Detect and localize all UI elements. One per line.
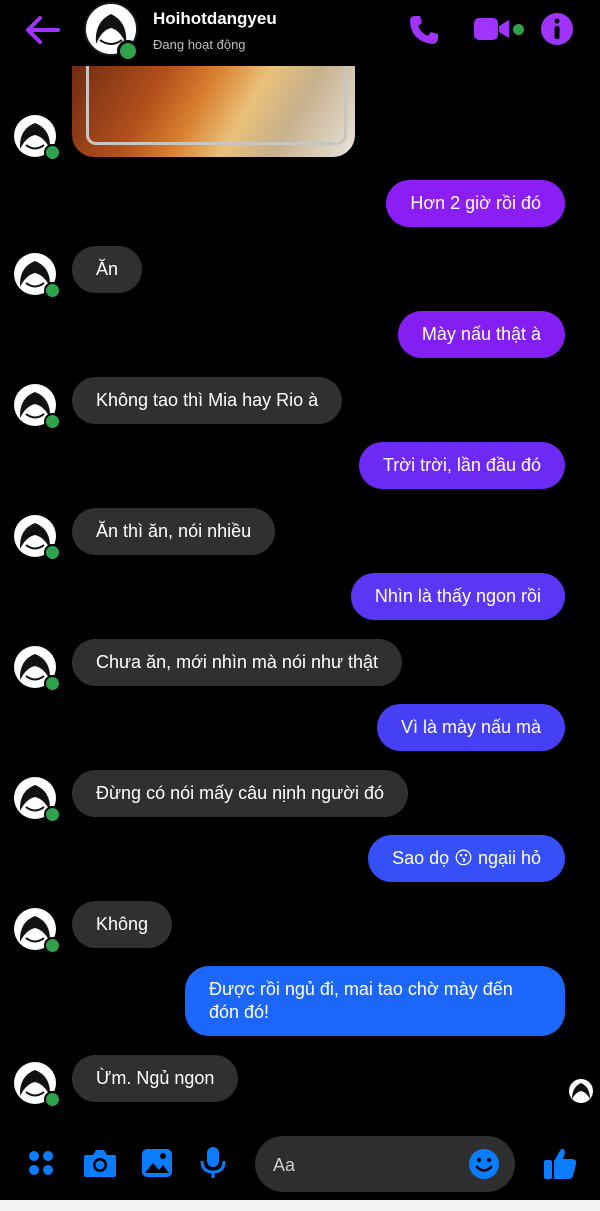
online-indicator (44, 144, 61, 161)
online-indicator (117, 40, 139, 62)
seen-receipt-avatar (569, 1079, 593, 1103)
image-icon[interactable] (140, 1147, 174, 1179)
emoji-icon[interactable] (467, 1147, 501, 1181)
message-bubble-sent[interactable]: Nhìn là thấy ngon rồi (350, 573, 565, 620)
message-bubble-received[interactable]: Ăn thì ăn, nói nhiều (72, 508, 276, 555)
online-indicator (44, 413, 61, 430)
online-indicator (44, 1091, 61, 1108)
online-indicator (44, 675, 61, 692)
back-arrow-icon[interactable] (22, 12, 62, 48)
message-input[interactable] (271, 1150, 465, 1180)
message-input-container (255, 1136, 515, 1192)
message-bubble-sent[interactable]: Vì là mày nấu mà (376, 704, 565, 751)
camera-icon[interactable] (82, 1146, 118, 1180)
four-dots-icon[interactable] (26, 1148, 56, 1178)
thumbs-up-icon[interactable] (542, 1145, 578, 1181)
food-tray (86, 60, 347, 145)
video-online-dot (513, 24, 524, 35)
contact-name[interactable]: Hoihotdangyeu (153, 9, 277, 29)
message-bubble-sent[interactable]: Hơn 2 giờ rồi đó (386, 180, 565, 227)
message-bubble-sent[interactable]: Mày nấu thật à (397, 311, 565, 358)
message-bubble-sent[interactable]: Được rồi ngủ đi, mai tao chờ mày đến đón… (185, 966, 565, 1036)
message-bubble-received[interactable]: Chưa ăn, mới nhìn mà nói như thật (72, 639, 403, 686)
microphone-icon[interactable] (198, 1145, 228, 1181)
online-indicator (44, 544, 61, 561)
message-bubble-sent[interactable]: Trời trời, lần đầu đó (358, 442, 565, 489)
avatar-drawing (572, 1083, 590, 1099)
message-bubble-received[interactable]: Không (72, 901, 173, 948)
online-indicator (44, 282, 61, 299)
message-bubble-sent[interactable]: Sao dọ 😗 ngạii hỏ (368, 835, 565, 882)
message-bubble-received[interactable]: Ừm. Ngủ ngon (72, 1055, 239, 1102)
online-indicator (44, 806, 61, 823)
message-bubble-received[interactable]: Đừng có nói mấy câu nịnh người đó (72, 770, 409, 817)
info-icon[interactable] (540, 12, 574, 46)
phone-icon[interactable] (406, 12, 442, 48)
message-bubble-received[interactable]: Ăn (72, 246, 143, 293)
online-indicator (44, 937, 61, 954)
chat-header: Hoihotdangyeu Đang hoạt động (0, 0, 600, 66)
video-camera-icon[interactable] (472, 14, 512, 44)
message-bubble-received[interactable]: Không tao thì Mia hay Rio à (72, 377, 343, 424)
shared-food-photo[interactable] (72, 60, 355, 157)
contact-status: Đang hoạt động (153, 37, 246, 52)
system-navigation-bar (0, 1200, 600, 1211)
